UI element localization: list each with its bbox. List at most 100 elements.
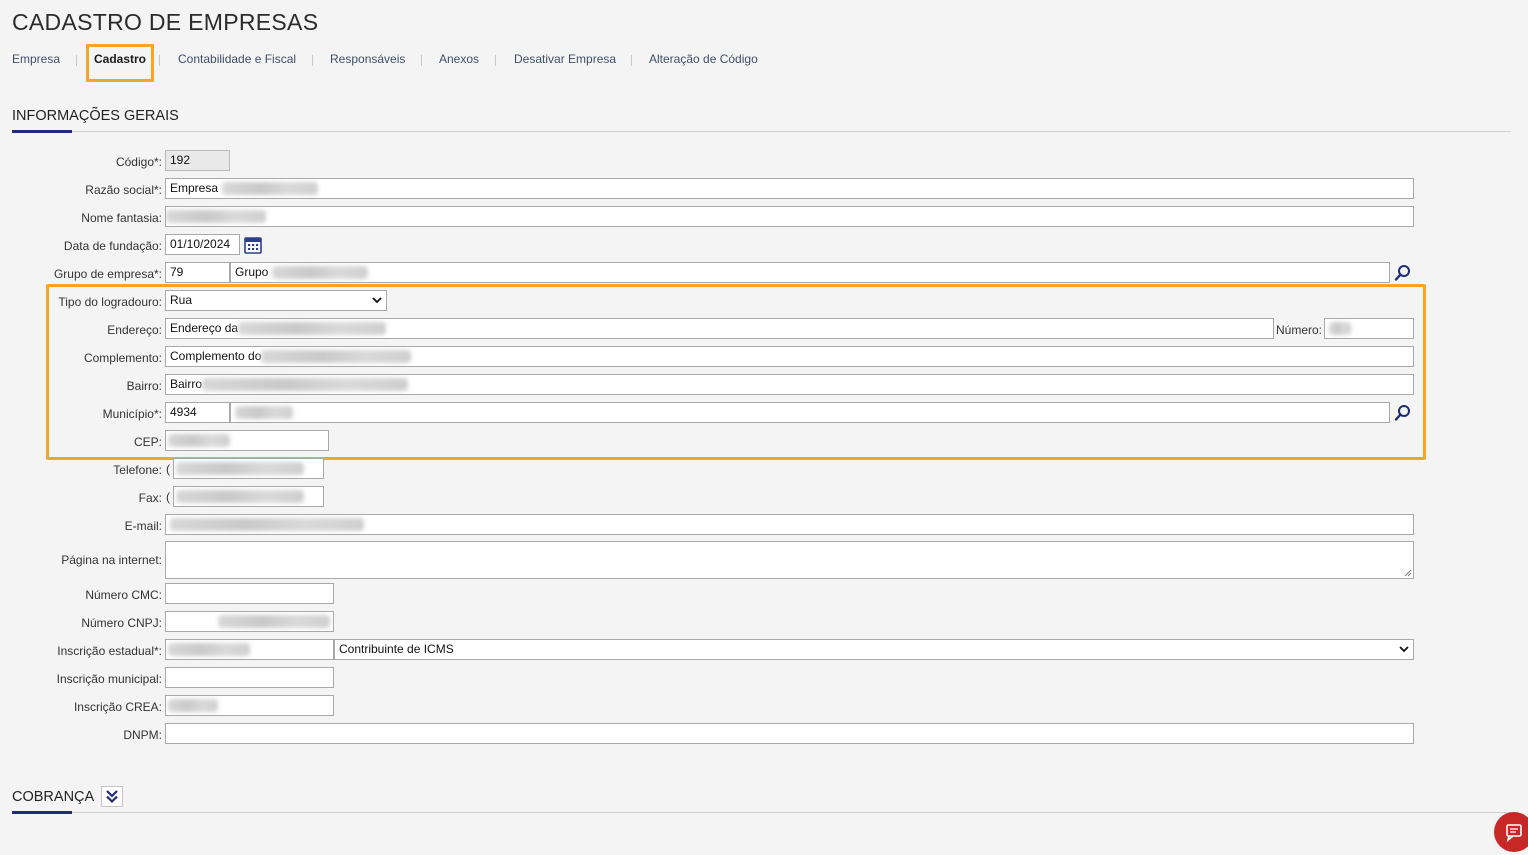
tab-separator	[159, 55, 160, 66]
grupo-empresa-name-field: Grupo	[230, 262, 1390, 283]
inscricao-estadual-label: Inscrição estadual*:	[57, 644, 162, 658]
tab-contabilidade-fiscal[interactable]: Contabilidade e Fiscal	[178, 52, 296, 66]
bairro-input[interactable]: Bairro	[165, 374, 1414, 395]
grupo-empresa-name: Grupo	[235, 265, 269, 279]
page-title: CADASTRO DE EMPRESAS	[12, 9, 319, 35]
tipo-contribuinte-value: Contribuinte de ICMS	[339, 642, 454, 656]
redacted-text	[261, 350, 412, 364]
complemento-value: Complemento do	[170, 349, 262, 363]
municipio-code: 4934	[170, 405, 197, 419]
numero-cnpj-input[interactable]	[165, 611, 334, 632]
chevron-down-icon	[372, 297, 382, 304]
search-icon[interactable]	[1393, 263, 1413, 283]
search-icon[interactable]	[1393, 403, 1413, 423]
redacted-text	[222, 182, 319, 196]
redacted-text	[166, 210, 266, 224]
fax-prefix: (	[166, 490, 170, 504]
numero-input[interactable]	[1324, 318, 1414, 339]
municipio-code-input[interactable]: 4934	[165, 402, 230, 423]
tab-responsaveis[interactable]: Responsáveis	[330, 52, 405, 66]
redacted-text	[272, 266, 369, 280]
numero-cnpj-label: Número CNPJ:	[81, 616, 162, 630]
tipo-contribuinte-select[interactable]: Contribuinte de ICMS	[334, 639, 1414, 660]
municipio-label: Município*:	[102, 407, 162, 421]
razao-social-value: Empresa	[170, 181, 219, 195]
endereco-label: Endereço:	[107, 323, 162, 337]
billing-collapse-button[interactable]	[101, 786, 123, 807]
fax-input[interactable]	[173, 486, 324, 507]
redacted-text	[170, 518, 364, 532]
redacted-text	[168, 434, 230, 448]
grupo-empresa-label: Grupo de empresa*:	[53, 267, 162, 281]
redacted-text	[202, 378, 409, 392]
section-divider	[12, 811, 1511, 814]
redacted-text	[218, 615, 330, 629]
inscricao-crea-input[interactable]	[165, 695, 334, 716]
numero-cmc-input[interactable]	[165, 583, 334, 604]
data-fundacao-input[interactable]: 01/10/2024	[165, 234, 240, 255]
grupo-empresa-code: 79	[170, 265, 184, 279]
tab-empresa[interactable]: Empresa	[12, 52, 60, 66]
calendar-icon[interactable]	[243, 235, 263, 255]
tab-separator	[76, 55, 77, 66]
bairro-value: Bairro	[170, 377, 203, 391]
bairro-label: Bairro:	[126, 379, 162, 393]
tab-desativar-empresa[interactable]: Desativar Empresa	[514, 52, 616, 66]
data-fundacao-value: 01/10/2024	[170, 237, 231, 251]
dnpm-label: DNPM:	[123, 728, 162, 742]
section-title-general: INFORMAÇÕES GERAIS	[12, 108, 179, 124]
tipo-logradouro-value: Rua	[170, 293, 193, 307]
tab-anexos[interactable]: Anexos	[439, 52, 479, 66]
tipo-logradouro-select[interactable]: Rua	[165, 290, 387, 311]
inscricao-municipal-label: Inscrição municipal:	[56, 672, 162, 686]
redacted-text	[238, 322, 387, 336]
section-divider	[12, 130, 1511, 133]
nome-fantasia-input[interactable]	[165, 206, 1414, 227]
razao-social-label: Razão social*:	[85, 183, 162, 197]
active-tab-highlight	[86, 44, 154, 82]
numero-label: Número:	[1275, 323, 1322, 337]
email-label: E-mail:	[124, 519, 162, 533]
redacted-text	[176, 490, 304, 504]
codigo-label: Código*:	[115, 155, 162, 169]
pagina-internet-label: Página na internet:	[61, 553, 162, 567]
grupo-empresa-code-input[interactable]: 79	[165, 262, 230, 283]
endereco-value: Endereço da	[170, 321, 239, 335]
complemento-label: Complemento:	[83, 351, 162, 365]
double-chevron-down-icon	[106, 790, 118, 804]
codigo-field: 192	[165, 150, 230, 171]
endereco-input[interactable]: Endereço da	[165, 318, 1274, 339]
municipio-name-field	[230, 402, 1390, 423]
email-input[interactable]	[165, 514, 1414, 535]
codigo-value: 192	[170, 153, 191, 167]
cep-label: CEP:	[133, 435, 162, 449]
inscricao-crea-label: Inscrição CREA:	[73, 700, 162, 714]
inscricao-estadual-input[interactable]	[165, 639, 334, 660]
complemento-input[interactable]: Complemento do	[165, 346, 1414, 367]
pagina-internet-textarea[interactable]	[165, 541, 1414, 579]
tab-separator	[495, 55, 496, 66]
telefone-input[interactable]	[173, 458, 324, 479]
fax-label: Fax:	[138, 491, 162, 505]
redacted-text	[168, 699, 218, 713]
resize-grip-icon[interactable]	[1404, 569, 1412, 577]
cep-input[interactable]	[165, 430, 329, 451]
redacted-text	[1329, 322, 1351, 336]
numero-cmc-label: Número CMC:	[85, 588, 162, 602]
dnpm-input[interactable]	[165, 723, 1414, 744]
tab-alteracao-codigo[interactable]: Alteração de Código	[649, 52, 758, 66]
section-title-billing: COBRANÇA	[12, 789, 95, 805]
tab-separator	[421, 55, 422, 66]
redacted-text	[176, 462, 304, 476]
telefone-label: Telefone:	[113, 463, 162, 477]
chevron-down-icon	[1399, 646, 1409, 653]
razao-social-input[interactable]: Empresa	[165, 178, 1414, 199]
nome-fantasia-label: Nome fantasia:	[81, 211, 162, 225]
chat-button[interactable]	[1494, 812, 1528, 852]
inscricao-municipal-input[interactable]	[165, 667, 334, 688]
data-fundacao-label: Data de fundação:	[63, 239, 162, 253]
telefone-prefix: (	[166, 462, 170, 476]
tab-separator	[631, 55, 632, 66]
tipo-logradouro-label: Tipo do logradouro:	[58, 295, 162, 309]
redacted-text	[168, 643, 250, 657]
